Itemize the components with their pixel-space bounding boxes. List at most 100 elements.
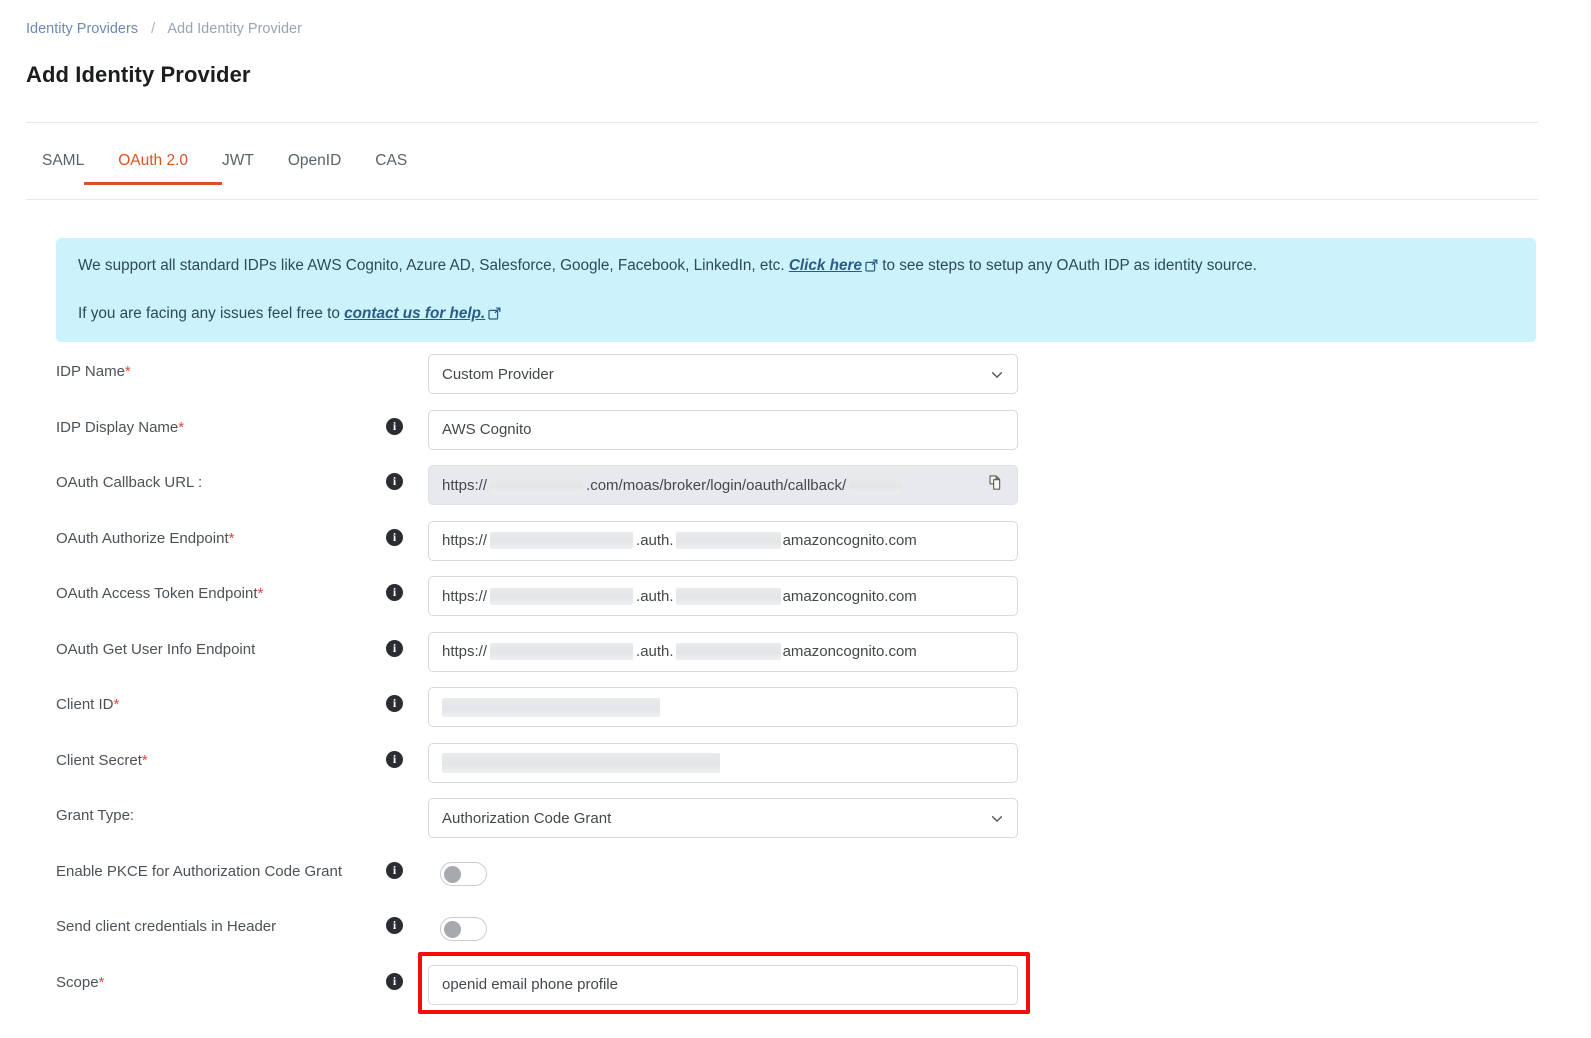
form-row-enable-pkce: Enable PKCE for Authorization Code Grant…	[0, 852, 1591, 908]
label-oauth-access-token-endpoint-text: OAuth Access Token Endpoint	[56, 585, 258, 602]
info-banner-line-1: We support all standard IDPs like AWS Co…	[78, 256, 1514, 278]
idp-display-name-input[interactable]: AWS Cognito	[428, 409, 1018, 450]
info-banner-text-1b: to see steps to setup any OAuth IDP as i…	[877, 257, 1257, 274]
click-here-link[interactable]: Click here	[789, 257, 878, 274]
authorize-suffix: amazoncognito.com	[782, 532, 917, 549]
required-asterisk: *	[113, 696, 120, 713]
page-title: Add Identity Provider	[26, 62, 251, 87]
info-icon-client-id[interactable]: i	[386, 695, 403, 712]
label-idp-display-name: IDP Display Name*	[56, 419, 184, 436]
info-icon-idp-display-name[interactable]: i	[386, 417, 403, 435]
form-row-send-client-credentials-header: Send client credentials in Header i	[0, 907, 1591, 963]
header-divider	[26, 122, 1538, 123]
form-row-grant-type: Grant Type: Authorization Code Grant	[0, 796, 1591, 852]
redacted-client-id	[442, 697, 660, 717]
redacted-client-secret	[442, 752, 720, 773]
form-row-oauth-access-token-endpoint: OAuth Access Token Endpoint* i https://.…	[0, 574, 1591, 630]
breadcrumb-current: Add Identity Provider	[167, 21, 302, 37]
tab-cas[interactable]: CAS	[358, 152, 424, 184]
info-icon-oauth-get-user-info-endpoint[interactable]: i	[386, 639, 403, 657]
user-info-middle: .auth.	[636, 643, 674, 660]
tab-oauth-2[interactable]: OAuth 2.0	[84, 152, 222, 185]
label-idp-name-text: IDP Name	[56, 363, 125, 380]
contact-us-label: contact us for help.	[344, 305, 486, 322]
form-row-scope: Scope* i openid email phone profile	[0, 951, 1591, 1019]
label-grant-type: Grant Type:	[56, 807, 135, 824]
access-token-middle: .auth.	[636, 587, 674, 605]
redacted-region	[675, 532, 781, 549]
idp-name-select[interactable]: Custom Provider	[428, 354, 1018, 394]
breadcrumb-link-identity-providers[interactable]: Identity Providers	[26, 21, 138, 37]
grant-type-select[interactable]: Authorization Code Grant	[428, 798, 1018, 838]
idp-name-value: Custom Provider	[442, 365, 554, 383]
access-token-suffix: amazoncognito.com	[782, 587, 917, 605]
label-oauth-access-token-endpoint: OAuth Access Token Endpoint*	[56, 585, 263, 602]
user-info-prefix: https://	[442, 643, 488, 660]
info-icon-enable-pkce[interactable]: i	[386, 861, 403, 879]
form-row-oauth-authorize-endpoint: OAuth Authorize Endpoint* i https:// .aut…	[0, 519, 1591, 575]
form-row-oauth-get-user-info-endpoint: OAuth Get User Info Endpoint i https://.…	[0, 630, 1591, 686]
add-identity-provider-page: Identity Providers / Add Identity Provid…	[0, 0, 1591, 1038]
breadcrumb: Identity Providers / Add Identity Provid…	[26, 20, 302, 38]
chevron-down-icon	[990, 368, 1003, 381]
oauth-callback-url-prefix: https://	[442, 476, 488, 494]
form-row-idp-name: IDP Name* Custom Provider	[0, 352, 1591, 408]
oauth-callback-url-input[interactable]: https:// .com/moas/broker/login/oauth/cal…	[428, 465, 1018, 505]
info-icon-scope[interactable]: i	[386, 972, 403, 990]
required-asterisk: *	[178, 418, 185, 436]
toggle-knob	[444, 921, 461, 938]
contact-us-link[interactable]: contact us for help.	[344, 305, 501, 322]
required-asterisk: *	[124, 363, 131, 380]
oauth-callback-url-middle: .com/moas/broker/login/oauth/callback/	[586, 476, 847, 494]
info-icon-client-secret[interactable]: i	[386, 750, 403, 768]
redacted-tenant	[849, 476, 902, 494]
label-oauth-authorize-endpoint: OAuth Authorize Endpoint*	[56, 530, 234, 547]
info-icon-oauth-authorize-endpoint[interactable]: i	[386, 528, 403, 546]
enable-pkce-toggle[interactable]	[440, 861, 487, 886]
tab-jwt[interactable]: JWT	[205, 152, 271, 184]
info-icon-send-client-credentials-header[interactable]: i	[386, 917, 403, 934]
form-row-idp-display-name: IDP Display Name* i AWS Cognito	[0, 408, 1591, 464]
required-asterisk: *	[141, 751, 148, 769]
label-scope: Scope*	[56, 974, 104, 991]
toggle-knob	[444, 865, 461, 883]
oauth-get-user-info-endpoint-input[interactable]: https:// .auth. amazoncognito.com	[428, 631, 1018, 672]
form-row-client-id: Client ID* i	[0, 685, 1591, 741]
label-idp-display-name-text: IDP Display Name	[56, 418, 179, 436]
send-client-credentials-header-toggle[interactable]	[440, 917, 487, 941]
form-row-oauth-callback-url: OAuth Callback URL : i https:// .com/moas…	[0, 463, 1591, 519]
required-asterisk: *	[98, 973, 105, 991]
external-link-icon	[865, 258, 878, 278]
oauth-form: IDP Name* Custom Provider IDP Display Na…	[0, 352, 1591, 1018]
label-client-secret-text: Client Secret	[56, 751, 142, 769]
info-banner-text-2a: If you are facing any issues feel free t…	[78, 305, 345, 322]
oauth-authorize-endpoint-input[interactable]: https:// .auth. amazoncognito.com	[428, 520, 1018, 561]
required-asterisk: *	[257, 585, 264, 602]
client-secret-input[interactable]	[428, 742, 1018, 783]
info-icon-oauth-access-token-endpoint[interactable]: i	[386, 584, 403, 601]
label-client-id-text: Client ID	[56, 696, 114, 713]
authorize-prefix: https://	[442, 532, 488, 549]
redacted-subdomain	[490, 532, 634, 549]
info-banner-text-1a: We support all standard IDPs like AWS Co…	[78, 257, 789, 274]
tab-openid[interactable]: OpenID	[271, 152, 358, 184]
authorize-middle: .auth.	[636, 532, 674, 549]
click-here-label: Click here	[788, 257, 862, 274]
scope-input[interactable]: openid email phone profile	[428, 964, 1018, 1005]
copy-icon[interactable]	[987, 474, 1006, 497]
redacted-region	[675, 643, 781, 660]
breadcrumb-separator: /	[151, 21, 156, 37]
external-link-icon-2	[488, 306, 501, 326]
tab-saml[interactable]: SAML	[26, 152, 101, 184]
redacted-subdomain	[490, 587, 634, 605]
info-icon-oauth-callback-url[interactable]: i	[386, 473, 403, 490]
scrollbar-track[interactable]	[1587, 0, 1591, 1038]
client-id-input[interactable]	[428, 687, 1018, 727]
label-client-secret: Client Secret*	[56, 752, 148, 769]
form-row-client-secret: Client Secret* i	[0, 741, 1591, 797]
label-oauth-callback-url: OAuth Callback URL :	[56, 474, 203, 491]
grant-type-value: Authorization Code Grant	[442, 809, 612, 827]
label-oauth-get-user-info-endpoint: OAuth Get User Info Endpoint	[56, 640, 256, 658]
label-idp-name: IDP Name*	[56, 363, 131, 380]
oauth-access-token-endpoint-input[interactable]: https:// .auth. amazoncognito.com	[428, 576, 1018, 616]
